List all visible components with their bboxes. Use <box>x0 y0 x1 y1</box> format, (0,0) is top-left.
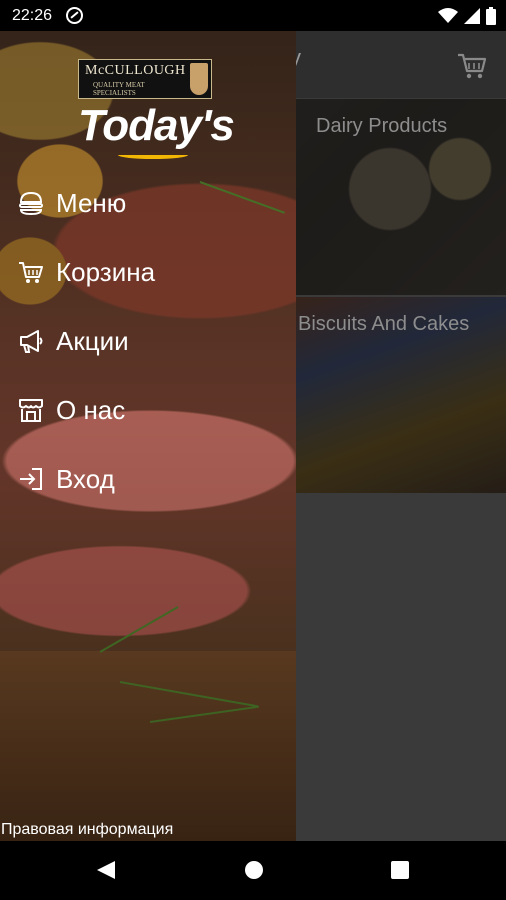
menu-item-label: Корзина <box>56 256 156 287</box>
sync-disabled-icon <box>66 7 83 24</box>
recents-icon[interactable] <box>389 859 411 881</box>
back-icon[interactable] <box>95 859 117 881</box>
logo-brand: McCULLOUGH <box>85 63 186 78</box>
menu-item-label: О нас <box>56 394 126 425</box>
menu-item-label: Меню <box>56 187 127 218</box>
category-label: Biscuits And Cakes <box>298 313 470 335</box>
header-cart-button[interactable] <box>456 49 488 81</box>
menu-item-label: Акции <box>56 325 129 356</box>
system-nav-bar <box>0 841 506 900</box>
menu-item-cart[interactable]: Корзина <box>18 250 155 294</box>
cellular-icon <box>464 8 480 24</box>
menu-item-promotions[interactable]: Акции <box>18 319 129 363</box>
menu-item-menu[interactable]: Меню <box>18 181 126 225</box>
cart-icon <box>18 259 44 285</box>
mccullough-logo: McCULLOUGH QUALITY MEAT SPECIALISTS <box>78 59 212 99</box>
burger-icon <box>18 190 44 216</box>
megaphone-icon <box>18 328 44 354</box>
home-icon[interactable] <box>243 859 265 881</box>
logo-tagline: QUALITY MEAT SPECIALISTS <box>93 81 145 97</box>
status-time: 22:26 <box>12 7 53 24</box>
category-label: Dairy Products <box>316 115 448 137</box>
legal-info-link[interactable]: Правовая информация <box>1 821 173 839</box>
login-icon <box>18 466 44 492</box>
wifi-icon <box>438 8 458 23</box>
shield-icon <box>190 63 208 95</box>
todays-logo: Today's <box>78 101 235 150</box>
battery-icon <box>486 7 496 25</box>
cart-icon <box>458 53 487 79</box>
status-bar: 22:26 <box>0 0 506 31</box>
navigation-drawer: McCULLOUGH QUALITY MEAT SPECIALISTS Toda… <box>0 31 296 841</box>
logo-swoosh <box>118 151 188 159</box>
store-icon <box>18 397 44 423</box>
status-icons <box>438 6 496 26</box>
menu-item-login[interactable]: Вход <box>18 457 115 501</box>
menu-item-about[interactable]: О нас <box>18 388 125 432</box>
menu-item-label: Вход <box>56 463 115 494</box>
